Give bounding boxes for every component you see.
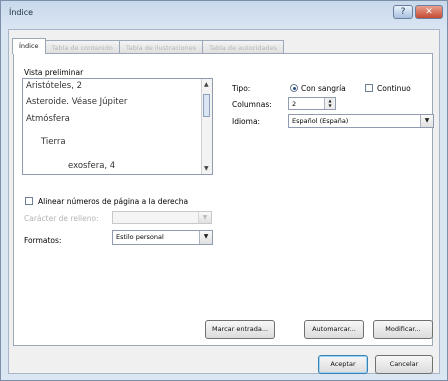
columns-label: Columnas: [232,100,272,109]
scroll-down-icon[interactable]: ▼ [204,165,209,172]
preview-box: Aristóteles, 2 Asteroide. Véase Júpiter … [22,78,213,175]
align-right-label[interactable]: Alinear números de página a la derecha [38,197,188,206]
language-label: Idioma: [232,117,261,126]
cancel-button[interactable]: Cancelar [375,355,433,374]
automark-button[interactable]: Automarcar... [304,320,364,339]
index-dialog: Índice ? ✕ Índice Tabla de contenido Tab… [0,0,448,381]
formats-value: Estilo personal [116,233,164,241]
scroll-thumb[interactable] [203,94,210,117]
columns-spin-buttons[interactable]: ▲ ▼ [324,98,335,109]
columns-value: 2 [292,100,297,108]
spin-down-icon: ▼ [328,103,332,108]
tab-table-of-contents[interactable]: Tabla de contenido [44,40,120,54]
formats-label: Formatos: [24,236,62,245]
type-label: Tipo: [232,84,251,93]
align-right-checkbox[interactable] [25,197,33,205]
tab-leader-label: Carácter de relleno: [24,214,99,223]
preview-label: Vista preliminar [24,68,84,77]
ok-button[interactable]: Aceptar [318,355,368,374]
chevron-down-icon: ▼ [198,212,211,223]
help-button[interactable]: ? [393,5,413,19]
tab-table-of-figures[interactable]: Tabla de ilustraciones [118,40,204,54]
modify-button[interactable]: Modificar... [373,320,433,339]
tab-leader-select: ▼ [112,211,212,224]
preview-entry: Atmósfera [26,114,70,124]
preview-entry: exosfera, 4 [68,161,116,171]
help-icon: ? [400,7,406,17]
language-value: Español (España) [292,117,349,125]
tab-index[interactable]: Índice [12,38,46,54]
mark-entry-button[interactable]: Marcar entrada... [205,320,275,339]
type-indented-label[interactable]: Con sangría [301,84,346,93]
close-icon: ✕ [425,7,433,17]
preview-entry: Aristóteles, 2 [26,81,83,91]
preview-entry: Tierra [41,137,66,147]
chevron-down-icon[interactable]: ▼ [420,115,433,127]
tab-table-of-authorities[interactable]: Tabla de autoridades [202,40,284,54]
columns-stepper[interactable]: 2 ▲ ▼ [288,97,336,110]
scroll-up-icon[interactable]: ▲ [204,81,209,88]
type-runin-radio[interactable] [365,84,373,92]
chevron-down-icon[interactable]: ▼ [199,231,212,244]
dialog-title: Índice [9,8,34,17]
preview-entry: Asteroide. Véase Júpiter [26,97,128,107]
type-runin-label[interactable]: Continuo [377,84,411,93]
close-button[interactable]: ✕ [415,5,443,19]
language-select[interactable]: Español (España) ▼ [288,114,434,128]
tab-strip: Índice Tabla de contenido Tabla de ilust… [12,38,284,54]
preview-scrollbar[interactable]: ▲ ▼ [201,79,212,174]
type-indented-radio[interactable] [290,84,298,92]
title-bar[interactable]: Índice ? ✕ [1,1,447,27]
formats-select[interactable]: Estilo personal ▼ [112,230,213,245]
